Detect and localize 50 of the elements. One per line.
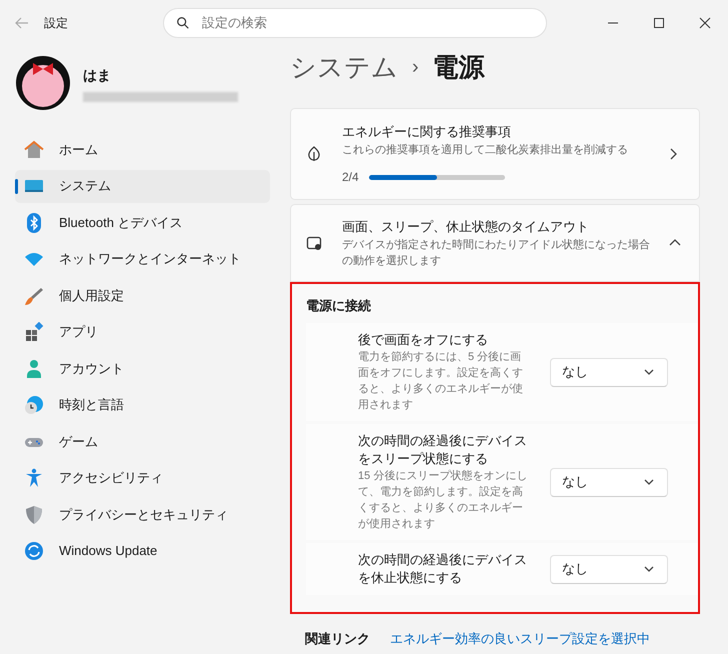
person-icon — [24, 358, 44, 378]
page-title: 電源 — [432, 50, 485, 84]
avatar — [15, 55, 71, 111]
sidebar-item[interactable]: ホーム — [15, 133, 270, 166]
brush-icon — [24, 286, 44, 306]
home-icon — [24, 140, 44, 160]
screen-sleep-icon — [306, 234, 322, 251]
shield-icon — [24, 504, 44, 524]
energy-card[interactable]: エネルギーに関する推奨事項 これらの推奨事項を適用して二酸化炭素排出量を削減する 2/4 — [290, 108, 700, 200]
setting-title: 後で画面をオフにする — [358, 331, 489, 349]
search-box[interactable]: 設定の検索 — [163, 8, 547, 38]
card-title: 画面、スリープ、休止状態のタイムアウト — [342, 218, 590, 236]
sidebar-item[interactable]: 時刻と言語 — [15, 388, 270, 422]
profile-name: はま — [83, 66, 112, 84]
leaf-icon — [306, 146, 322, 162]
card-description: これらの推奨事項を適用して二酸化炭素排出量を削減する — [342, 142, 629, 158]
search-icon — [176, 16, 190, 30]
progress-text: 2/4 — [342, 169, 359, 186]
accessibility-icon — [24, 468, 44, 488]
sidebar-item[interactable]: アプリ — [15, 316, 270, 348]
window-title: 設定 — [44, 15, 68, 32]
sidebar-item[interactable]: ネットワークとインターネット — [15, 242, 270, 276]
sidebar-item[interactable]: システム — [15, 170, 270, 202]
search-field[interactable]: 設定の検索 — [202, 13, 534, 33]
related-links-label: 関連リンク — [305, 630, 370, 648]
breadcrumb-separator: › — [412, 55, 419, 80]
setting-title: 次の時間の経過後にデバイスをスリープ状態にする — [358, 432, 528, 468]
setting-description: 15 分後にスリープ状態をオンにして、電力を節約します。設定を高くすると、より多くのエネルギーが使用されます — [358, 468, 528, 532]
sidebar-item[interactable]: 個人用設定 — [15, 279, 270, 312]
sidebar-item[interactable]: アカウント — [15, 352, 270, 385]
sleep-settings-link[interactable]: エネルギー効率の良いスリープ設定を選択中 — [390, 629, 650, 648]
sidebar-item[interactable]: Bluetooth とデバイス — [15, 206, 270, 239]
sidebar-item[interactable]: Windows Update — [15, 534, 270, 568]
apps-icon — [24, 322, 44, 342]
setting-description: 電力を節約するには、5 分後に画面をオフにします。設定を高くすると、より多くのエネルギーが使用されます — [358, 350, 524, 413]
breadcrumb-parent[interactable]: システム — [290, 48, 398, 86]
sidebar-item[interactable]: プライバシーとセキュリティ — [15, 498, 270, 531]
sidebar-item[interactable]: ゲーム — [15, 425, 270, 458]
globe-clock-icon — [24, 395, 44, 415]
bluetooth-icon — [24, 212, 44, 232]
card-title: エネルギーに関する推奨事項 — [342, 123, 512, 141]
sidebar-item[interactable]: アクセシビリティ — [15, 462, 270, 494]
card-description: デバイスが指定された時間にわたりアイドル状態になった場合の動作を選択します — [342, 238, 651, 268]
section-heading: 電源に接続 — [306, 296, 372, 314]
dropdown[interactable]: なし — [550, 468, 668, 496]
dropdown[interactable]: なし — [550, 554, 668, 584]
dropdown[interactable]: なし — [550, 358, 668, 386]
timeout-card[interactable]: 画面、スリープ、休止状態のタイムアウト デバイスが指定された時間にわたりアイドル状態になった場合の動作を選択します — [290, 204, 700, 282]
setting-title: 次の時間の経過後にデバイスを休止状態にする — [358, 551, 528, 587]
update-icon — [24, 541, 44, 561]
